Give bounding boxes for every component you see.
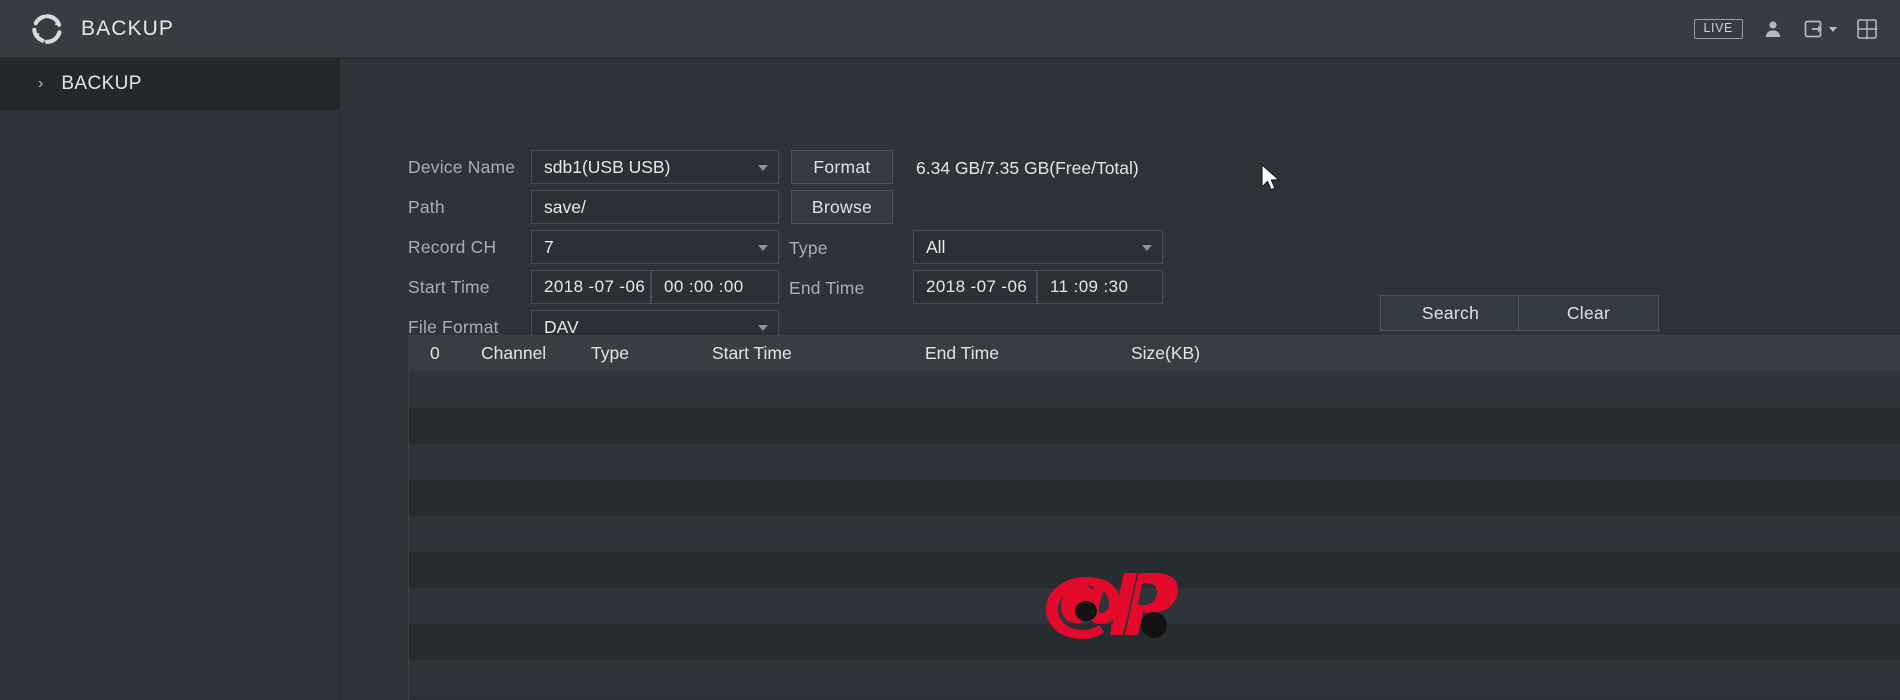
record-ch-value: 7 (544, 236, 554, 257)
status-badge: LIVE (1693, 19, 1743, 39)
titlebar-actions: LIVE (1693, 0, 1879, 58)
search-button[interactable]: Search (1380, 295, 1521, 331)
record-ch-label: Record CH (408, 236, 497, 257)
chevron-down-icon[interactable] (1142, 245, 1152, 251)
path-input[interactable]: save/ (531, 190, 779, 224)
path-row: Path (408, 190, 538, 224)
table-row[interactable] (409, 480, 1900, 516)
table-row[interactable] (409, 624, 1900, 660)
logout-icon[interactable] (1803, 18, 1825, 40)
record-ch-select[interactable]: 7 (531, 230, 779, 264)
content-panel: Device Name sdb1(USB USB) Format 6.34 GB… (341, 58, 1900, 700)
page-title: BACKUP (81, 16, 174, 40)
table-header-size: Size(KB) (1131, 343, 1201, 363)
chevron-down-icon[interactable] (758, 245, 768, 251)
sidebar-item-label: BACKUP (61, 73, 142, 94)
path-label: Path (408, 196, 445, 217)
title-bar: BACKUP LIVE (0, 0, 1900, 58)
table-row[interactable] (409, 444, 1900, 480)
chevron-down-icon[interactable] (758, 165, 768, 171)
end-date-input[interactable]: 2018 -07 -06 (913, 270, 1037, 304)
browse-button[interactable]: Browse (791, 190, 893, 224)
table-row[interactable] (409, 660, 1900, 696)
clear-button[interactable]: Clear (1518, 295, 1659, 331)
table-row[interactable] (409, 372, 1900, 408)
backup-screen: BACKUP LIVE › BACKUP Device Name sdb1(US… (0, 0, 1900, 700)
record-ch-row: Record CH (408, 230, 538, 264)
end-time-label: End Time (789, 278, 865, 298)
table-header-end-time: End Time (925, 343, 999, 363)
table-body (409, 372, 1900, 696)
table-header-index: 0 (430, 343, 440, 363)
chevron-right-icon: › (38, 75, 44, 92)
device-name-select[interactable]: sdb1(USB USB) (531, 150, 779, 184)
table-header-row: 0 Channel Type Start Time End Time Size(… (409, 336, 1900, 372)
backup-results-table: 0 Channel Type Start Time End Time Size(… (408, 335, 1900, 700)
start-time-label: Start Time (408, 276, 490, 297)
user-icon[interactable] (1762, 18, 1784, 40)
format-button[interactable]: Format (791, 150, 893, 184)
type-select[interactable]: All (913, 230, 1163, 264)
start-date-input[interactable]: 2018 -07 -06 (531, 270, 651, 304)
chevron-down-icon[interactable] (758, 325, 768, 331)
table-row[interactable] (409, 516, 1900, 552)
mouse-cursor (1261, 164, 1281, 191)
table-row[interactable] (409, 552, 1900, 588)
sidebar-item-backup[interactable]: › BACKUP (0, 58, 339, 110)
device-name-value: sdb1(USB USB) (544, 156, 671, 177)
end-clock-input[interactable]: 11 :09 :30 (1037, 270, 1163, 304)
table-header-channel: Channel (481, 343, 547, 363)
table-row[interactable] (409, 408, 1900, 444)
type-value: All (926, 236, 946, 257)
table-header-type: Type (591, 343, 629, 363)
table-header-start-time: Start Time (712, 343, 792, 363)
device-name-label: Device Name (408, 156, 516, 177)
refresh-circle-icon (32, 13, 62, 44)
grid-icon[interactable] (1856, 18, 1878, 40)
start-time-row: Start Time (408, 270, 538, 304)
sidebar: › BACKUP (0, 58, 340, 700)
type-label: Type (789, 238, 828, 258)
device-name-row: Device Name (408, 150, 538, 184)
chevron-down-icon[interactable] (1829, 26, 1837, 32)
capacity-info: 6.34 GB/7.35 GB(Free/Total) (916, 158, 1139, 178)
path-value: save/ (544, 196, 586, 217)
start-clock-input[interactable]: 00 :00 :00 (651, 270, 779, 304)
table-row[interactable] (409, 588, 1900, 624)
logout-menu[interactable] (1803, 18, 1837, 40)
